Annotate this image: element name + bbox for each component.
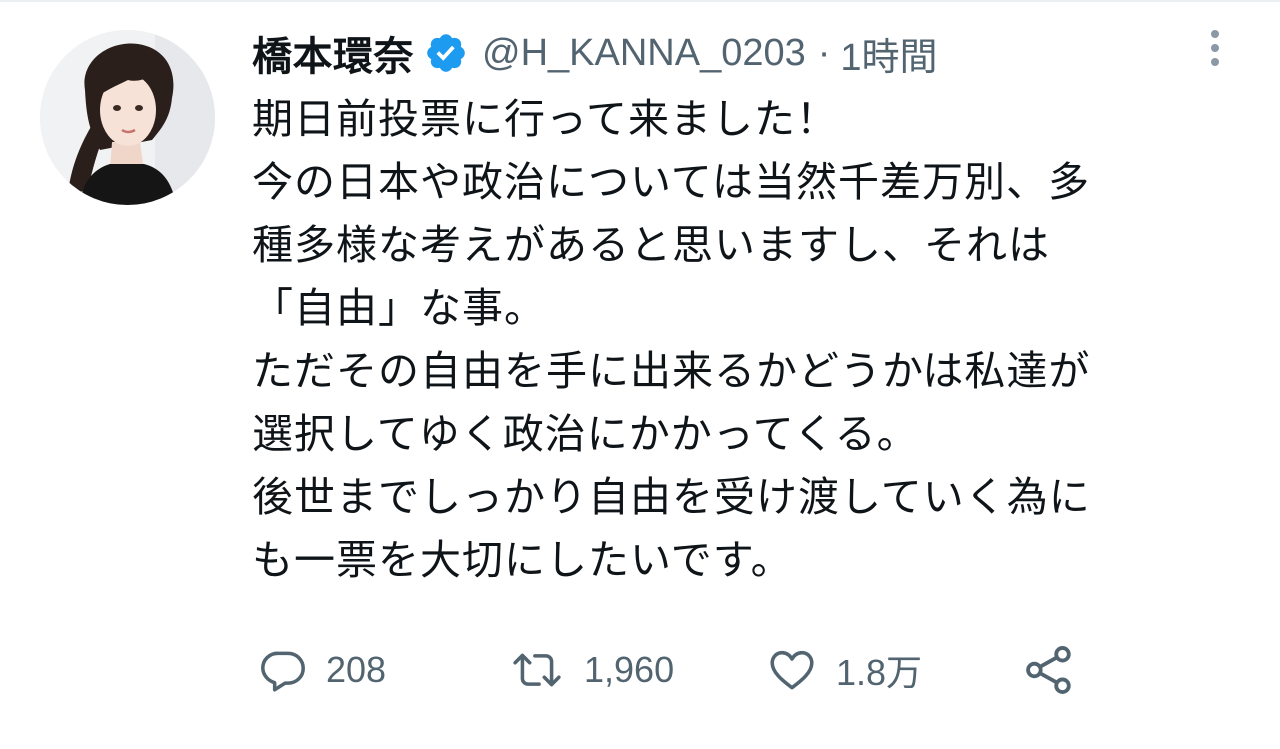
- tweet-text-line: 期日前投票に行って来ました！: [252, 95, 838, 143]
- tweet: 橋本環奈 @H_KANNA_0203 · 1時間 期日前投票に行って来ました！ …: [0, 0, 1280, 749]
- reply-count: 208: [326, 649, 387, 690]
- tweet-text-line: も一票を大切にしたいです。: [252, 536, 793, 584]
- like-count: 1.8万: [836, 652, 923, 693]
- retweet-icon: [513, 653, 561, 687]
- tweet-actions: 208 1,960 1.8万: [252, 640, 1152, 700]
- share-button[interactable]: [1022, 640, 1076, 700]
- like-button[interactable]: 1.8万: [766, 640, 922, 700]
- avatar[interactable]: [40, 30, 215, 205]
- reply-button[interactable]: 208: [258, 640, 386, 700]
- heart-icon: [770, 650, 814, 690]
- timestamp[interactable]: 1時間: [840, 26, 937, 81]
- share-icon: [1026, 646, 1071, 694]
- retweet-button[interactable]: 1,960: [508, 640, 674, 700]
- retweet-count: 1,960: [584, 649, 675, 690]
- tweet-text-line: 後世までしっかり自由を受け渡していく為に: [252, 473, 1091, 521]
- reply-icon: [261, 651, 305, 692]
- tweet-text-line: ただその自由を手に出来るかどうかは私達が: [252, 347, 1091, 395]
- verified-badge-icon: [424, 31, 468, 75]
- tweet-text: 期日前投票に行って来ました！ 今の日本や政治については当然千差万別、多 種多様な…: [252, 88, 1242, 592]
- tweet-text-line: 「自由」な事。: [252, 284, 546, 332]
- more-options-icon[interactable]: [1200, 26, 1230, 70]
- user-handle[interactable]: @H_KANNA_0203: [482, 32, 806, 75]
- tweet-text-line: 種多様な考えがあると思いますし、それは: [252, 221, 1050, 269]
- separator-dot: ·: [817, 31, 831, 74]
- tweet-header: 橋本環奈 @H_KANNA_0203 · 1時間: [252, 22, 938, 84]
- tweet-text-line: 今の日本や政治については当然千差万別、多: [252, 158, 1090, 206]
- avatar-photo: [40, 30, 215, 205]
- display-name[interactable]: 橋本環奈: [252, 24, 414, 82]
- tweet-text-line: 選択してゆく政治にかかってくる。: [252, 410, 919, 458]
